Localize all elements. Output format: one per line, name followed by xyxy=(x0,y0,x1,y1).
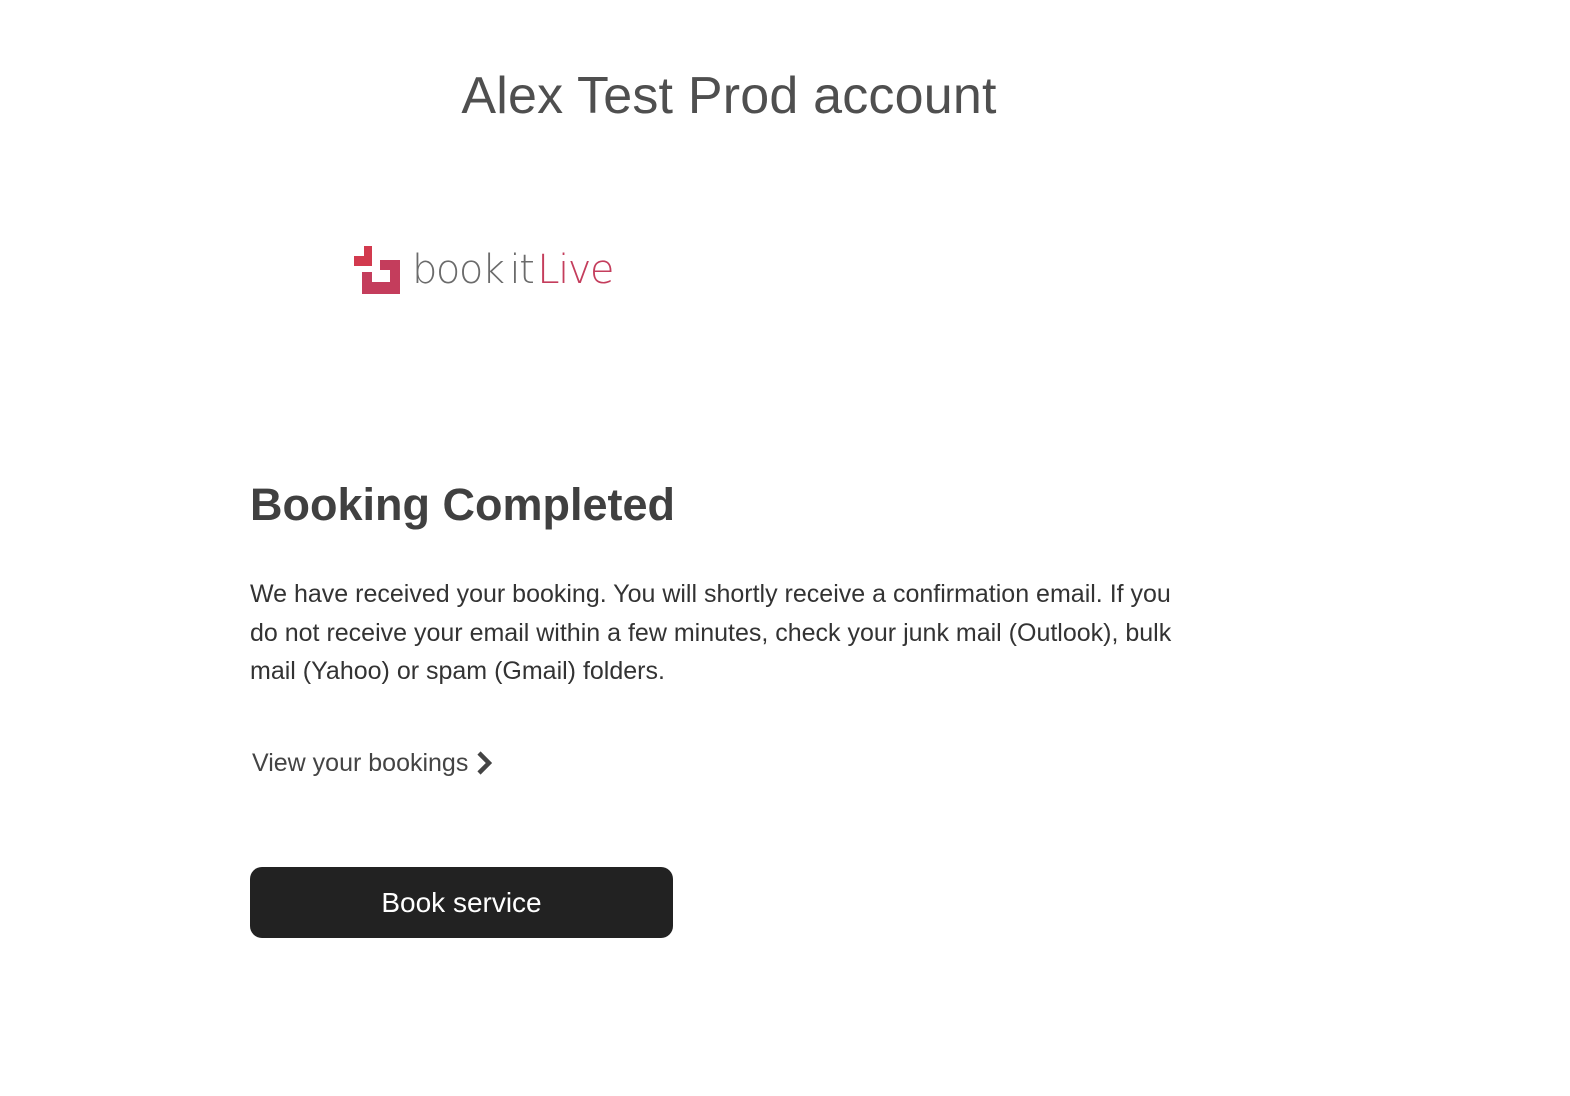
logo-wordmark: book it Live xyxy=(412,246,614,294)
bookitlive-logo-icon xyxy=(354,246,400,294)
page-heading: Booking Completed xyxy=(250,479,675,530)
account-title: Alex Test Prod account xyxy=(461,67,997,125)
confirmation-message: We have received your booking. You will … xyxy=(250,580,1172,685)
view-bookings-link[interactable]: View your bookings xyxy=(252,745,493,781)
logo-word-it: it xyxy=(509,247,535,293)
logo-word-book: book xyxy=(412,247,505,293)
logo-word-live: Live xyxy=(537,247,614,293)
chevron-right-icon xyxy=(477,751,493,775)
view-bookings-label: View your bookings xyxy=(252,749,469,777)
brand-logo: book it Live xyxy=(354,244,614,296)
book-service-button[interactable]: Book service xyxy=(250,867,673,938)
